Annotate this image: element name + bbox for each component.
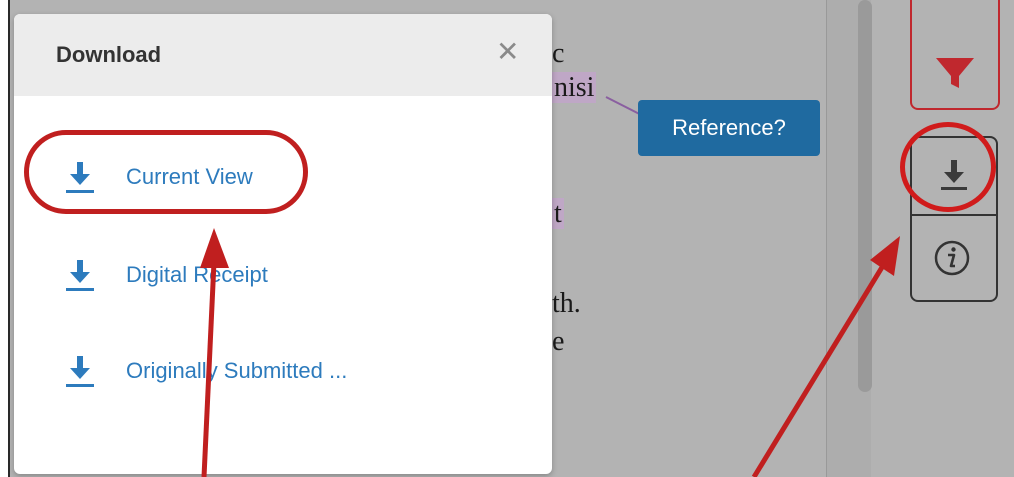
doc-text-fragment: c	[552, 38, 565, 69]
menu-item-label: Digital Receipt	[126, 262, 268, 287]
doc-text-highlight[interactable]: nisi	[552, 72, 597, 103]
download-icon	[66, 356, 94, 387]
close-icon[interactable]: ✕	[496, 38, 519, 66]
download-icon	[66, 260, 94, 291]
highlighted-match[interactable]: nisi	[552, 72, 597, 103]
menu-item-label: Originally Submitted ...	[126, 358, 348, 383]
download-popup: Download ✕ Current View Digital Receipt …	[14, 14, 552, 474]
doc-text-fragment: e	[552, 326, 565, 357]
info-icon[interactable]	[932, 238, 972, 278]
popup-header: Download ✕	[14, 14, 552, 96]
popup-title: Download	[56, 42, 162, 67]
reference-badge[interactable]: Reference?	[638, 100, 820, 156]
download-originally-submitted[interactable]: Originally Submitted ...	[14, 340, 552, 400]
tool-divider	[910, 214, 998, 216]
download-digital-receipt[interactable]: Digital Receipt	[14, 244, 552, 304]
scrollbar-thumb[interactable]	[858, 0, 872, 392]
highlighted-match-2[interactable]: t	[552, 198, 564, 229]
doc-text-highlight-2[interactable]: t	[552, 198, 564, 229]
filter-icon	[936, 58, 974, 88]
filter-button[interactable]	[910, 0, 1000, 110]
annotation-circle	[900, 122, 996, 212]
annotation-oval	[24, 130, 308, 214]
doc-text-fragment: th.	[552, 288, 581, 319]
